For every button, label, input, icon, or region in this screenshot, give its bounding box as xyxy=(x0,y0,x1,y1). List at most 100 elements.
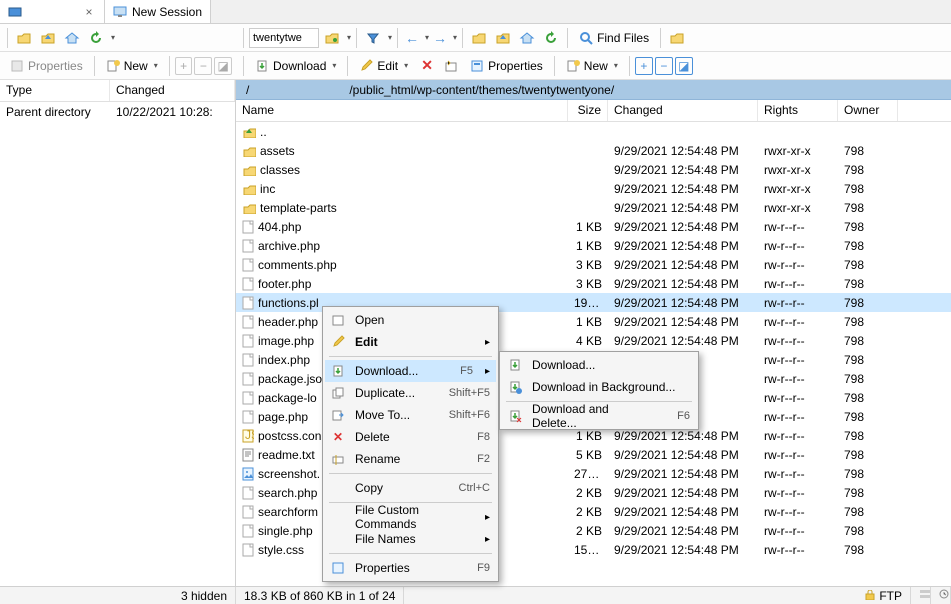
sync-button[interactable] xyxy=(666,27,688,49)
properties-button-left[interactable]: Properties xyxy=(4,55,89,77)
local-columns: Type Changed xyxy=(0,80,235,102)
download-bg-icon xyxy=(506,378,524,396)
list-item[interactable]: .. xyxy=(236,122,951,141)
download-icon xyxy=(506,356,524,374)
separator xyxy=(329,553,492,554)
file-owner: 798 xyxy=(838,428,898,444)
list-item[interactable]: template-parts9/29/2021 12:54:48 PMrwxr-… xyxy=(236,198,951,217)
find-files-label: Find Files xyxy=(597,31,649,45)
ctx-filenames[interactable]: File Names ▸ xyxy=(325,528,496,550)
edit-button[interactable]: Edit ▾ xyxy=(353,55,414,77)
copy-icon xyxy=(329,479,347,497)
close-tab-icon[interactable]: × xyxy=(82,5,96,19)
list-item[interactable]: Parent directory 10/22/2021 10:28: xyxy=(0,102,235,121)
file-owner: 798 xyxy=(838,181,898,197)
plus-button[interactable]: + xyxy=(635,57,653,75)
ctx-duplicate-accel: Shift+F5 xyxy=(449,387,490,399)
ctx-open[interactable]: Open xyxy=(325,309,496,331)
dropdown-icon[interactable]: ▾ xyxy=(425,33,429,42)
file-rights: rw-r--r-- xyxy=(758,371,838,387)
minus-button[interactable]: − xyxy=(194,57,212,75)
status-queue-icon[interactable] xyxy=(911,587,931,604)
ctx-properties[interactable]: Properties F9 xyxy=(325,557,496,579)
delete-button[interactable]: ✕ xyxy=(416,55,438,77)
ctx-duplicate-label: Duplicate... xyxy=(355,386,421,400)
file-size xyxy=(568,150,608,152)
filter-button[interactable] xyxy=(362,27,384,49)
plus-button[interactable]: + xyxy=(175,57,193,75)
refresh-button[interactable] xyxy=(85,27,107,49)
dropdown-icon[interactable]: ▾ xyxy=(453,33,457,42)
ctx-rename[interactable]: Rename F2 xyxy=(325,448,496,470)
invert-button[interactable]: ◪ xyxy=(675,57,693,75)
list-item[interactable]: footer.php3 KB9/29/2021 12:54:48 PMrw-r-… xyxy=(236,274,951,293)
list-item[interactable]: archive.php1 KB9/29/2021 12:54:48 PMrw-r… xyxy=(236,236,951,255)
col-name[interactable]: Name xyxy=(236,100,568,121)
submenu-arrow-icon: ▸ xyxy=(485,512,490,523)
home-button[interactable] xyxy=(61,27,83,49)
col-changed[interactable]: Changed xyxy=(110,80,235,101)
sub-download[interactable]: Download... xyxy=(502,354,696,376)
rename-button[interactable] xyxy=(440,55,462,77)
address-input[interactable] xyxy=(249,28,319,48)
remote-path-bar[interactable]: //public_html/wp-content/themes/twentytw… xyxy=(236,80,951,100)
list-item[interactable]: 404.php1 KB9/29/2021 12:54:48 PMrw-r--r-… xyxy=(236,217,951,236)
status-time-icon[interactable] xyxy=(931,587,951,604)
properties-button-right[interactable]: Properties xyxy=(464,55,549,77)
file-type: Parent directory xyxy=(0,104,110,120)
invert-button[interactable]: ◪ xyxy=(214,57,232,75)
local-file-list[interactable]: Parent directory 10/22/2021 10:28: xyxy=(0,102,235,586)
ctx-duplicate[interactable]: Duplicate... Shift+F5 xyxy=(325,382,496,404)
ctx-custom-label: File Custom Commands xyxy=(355,503,473,531)
dropdown-icon[interactable]: ▾ xyxy=(111,33,115,42)
list-item[interactable]: classes9/29/2021 12:54:48 PMrwxr-xr-x798 xyxy=(236,160,951,179)
file-icon xyxy=(242,410,254,424)
new-button-left[interactable]: New ▾ xyxy=(100,55,164,77)
file-size: 2 KB xyxy=(568,485,608,501)
ctx-copy[interactable]: Copy Ctrl+C xyxy=(325,477,496,499)
sub-download-bg[interactable]: Download in Background... xyxy=(502,376,696,398)
col-size[interactable]: Size xyxy=(568,100,608,121)
new-button-right[interactable]: New ▾ xyxy=(560,55,624,77)
ctx-filenames-label: File Names xyxy=(355,532,473,546)
col-type[interactable]: Type xyxy=(0,80,110,101)
root-folder-button[interactable] xyxy=(37,27,59,49)
list-item[interactable]: inc9/29/2021 12:54:48 PMrwxr-xr-x798 xyxy=(236,179,951,198)
home-button[interactable] xyxy=(516,27,538,49)
root-folder-button[interactable] xyxy=(492,27,514,49)
ctx-download[interactable]: Download... F5 ▸ xyxy=(325,360,496,382)
col-owner[interactable]: Owner xyxy=(838,100,898,121)
file-rights: rw-r--r-- xyxy=(758,390,838,406)
col-changed[interactable]: Changed xyxy=(608,100,758,121)
go-button[interactable] xyxy=(321,27,343,49)
dropdown-icon[interactable]: ▾ xyxy=(388,33,392,42)
file-owner: 798 xyxy=(838,390,898,406)
ctx-custom-commands[interactable]: File Custom Commands ▸ xyxy=(325,506,496,528)
file-icon xyxy=(242,220,254,234)
file-size xyxy=(568,207,608,209)
delete-icon: ✕ xyxy=(329,428,347,446)
sub-download-delete[interactable]: Download and Delete... F6 xyxy=(502,405,696,427)
find-files-button[interactable]: Find Files xyxy=(573,27,655,49)
minus-button[interactable]: − xyxy=(655,57,673,75)
refresh-button[interactable] xyxy=(540,27,562,49)
tab-current-session[interactable]: × xyxy=(0,0,105,23)
dropdown-icon[interactable]: ▾ xyxy=(347,33,351,42)
file-icon xyxy=(242,315,254,329)
remote-path: /public_html/wp-content/themes/twentytwe… xyxy=(349,83,614,97)
parent-folder-button[interactable] xyxy=(468,27,490,49)
list-item[interactable]: comments.php3 KB9/29/2021 12:54:48 PMrw-… xyxy=(236,255,951,274)
ctx-moveto[interactable]: Move To... Shift+F6 xyxy=(325,404,496,426)
file-size xyxy=(568,131,608,133)
col-rights[interactable]: Rights xyxy=(758,100,838,121)
properties-label: Properties xyxy=(28,59,83,73)
list-item[interactable]: assets9/29/2021 12:54:48 PMrwxr-xr-x798 xyxy=(236,141,951,160)
file-changed: 9/29/2021 12:54:48 PM xyxy=(608,295,758,311)
ctx-delete[interactable]: ✕ Delete F8 xyxy=(325,426,496,448)
tab-new-session[interactable]: New Session xyxy=(105,0,211,23)
download-button[interactable]: Download ▾ xyxy=(249,55,342,77)
back-arrow-icon[interactable]: ← xyxy=(403,30,421,46)
ctx-edit[interactable]: Edit ▸ xyxy=(325,331,496,353)
forward-arrow-icon[interactable]: → xyxy=(431,30,449,46)
parent-folder-button[interactable] xyxy=(13,27,35,49)
